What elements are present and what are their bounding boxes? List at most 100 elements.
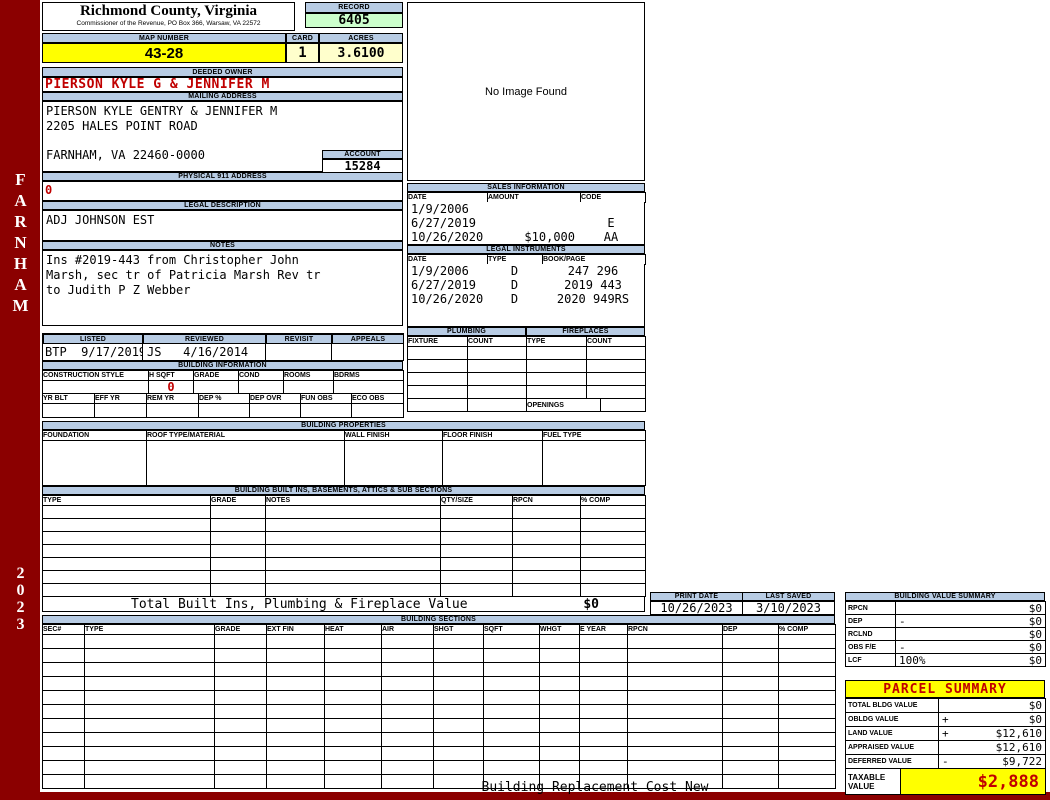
sec-grade-cell [215,677,267,691]
reviewed-value[interactable]: JS 4/16/2014 [143,344,266,361]
listed-value[interactable]: BTP 9/17/2019 [43,344,143,361]
parcel-row-value[interactable]: $9,722 [1002,755,1042,768]
account-label: ACCOUNT [322,150,403,159]
instrument-row[interactable]: 10/26/2020 D 2020 949RS [408,292,644,306]
plumbing-count-cell [468,360,527,373]
sec-num-cell [43,691,85,705]
sub-rpcn-cell [513,545,581,558]
instrument-row[interactable]: 1/9/2006 D 247 296 [408,264,644,278]
bvs-row-value[interactable]: $0 [1029,615,1042,627]
sec-shgt-cell [434,677,484,691]
county-header: Richmond County, Virginia Commissioner o… [42,2,295,31]
bp-foundation-value[interactable] [43,441,147,486]
bvs-row-value[interactable]: $0 [1029,602,1042,614]
building-properties-values-row [42,440,646,486]
sec-whgt-cell [540,719,580,733]
bi-ecoobs-value[interactable] [352,404,404,418]
bi-remyr-value[interactable] [147,404,199,418]
sec-air-cell [382,747,434,761]
taxable-value-label: TAXABLE VALUE [846,769,901,795]
plumbing-rows [407,346,527,412]
fireplaces-count-cell [587,360,646,373]
sec-num-cell [43,761,85,775]
bi-yrblt-value[interactable] [43,404,95,418]
parcel-row-op: + [942,727,949,740]
bi-dep-pct-value[interactable] [199,404,250,418]
sec-air-cell [382,677,434,691]
bi-depovr-value[interactable] [250,404,301,418]
built-ins-total-label: Total Built Ins, Plumbing & Fireplace Va… [131,596,468,612]
account-value[interactable]: 15284 [322,159,403,173]
sub-qty-cell [441,532,513,545]
deeded-owner-value[interactable]: PIERSON KYLE G & JENNIFER M [42,77,403,92]
sec-type-cell [85,733,215,747]
record-value[interactable]: 6405 [305,13,403,28]
sales-row[interactable]: 6/27/2019 E [408,216,644,230]
sales-row[interactable]: 1/9/2006 [408,202,644,216]
parcel-row-value[interactable]: $12,610 [996,727,1042,740]
sec-eyear-cell [580,649,628,663]
bi-effyr-value[interactable] [95,404,147,418]
card-value[interactable]: 1 [286,43,319,63]
last-saved-value: 3/10/2023 [742,601,835,615]
parcel-row-value[interactable]: $0 [1029,699,1042,712]
sub-pct-cell [581,506,646,519]
sec-dep-cell [723,705,779,719]
card-label: CARD [286,33,319,43]
physical-address-value[interactable]: 0 [42,181,403,201]
sec-dep-cell [723,747,779,761]
mailing-address-label: MAILING ADDRESS [42,92,403,101]
sub-pct-cell [581,571,646,584]
sales-rows: 1/9/2006 6/27/2019 E 10/26/2020 $10,000 … [407,202,645,245]
appeals-value[interactable] [332,344,404,361]
sec-rpcn-cell [628,761,723,775]
sec-grade-cell [215,719,267,733]
bp-roof-value[interactable] [147,441,345,486]
sub-grade-cell [211,532,266,545]
fireplaces-count-cell [587,347,646,360]
plumbing-count-cell [468,347,527,360]
notes-block[interactable]: Ins #2019-443 from Christopher John Mars… [42,250,403,326]
footer-note: Building Replacement Cost New [481,780,709,795]
instrument-row[interactable]: 6/27/2019 D 2019 443 [408,278,644,292]
sec-grade-cell [215,663,267,677]
sec-extfin-cell [267,761,325,775]
sec-heat-cell [325,761,382,775]
instr-date-cell: 1/9/2006 [411,264,469,278]
revisit-value[interactable] [266,344,332,361]
sales-row[interactable]: 10/26/2020 $10,000 AA [408,230,644,244]
sub-grade-cell [211,558,266,571]
bvs-row-value[interactable]: $0 [1029,641,1042,653]
bp-wall-finish-value[interactable] [345,441,443,486]
parcel-row-value[interactable]: $12,610 [996,741,1042,754]
bvs-row-op: - [899,641,906,654]
built-ins-title: BUILDING BUILT INS, BASEMENTS, ATTICS & … [42,486,645,495]
bp-floor-finish-value[interactable] [443,441,543,486]
sec-pctcomp-cell [779,761,836,775]
sec-extfin-cell [267,775,325,789]
plumbing-count-cell [468,386,527,399]
acres-value[interactable]: 3.6100 [319,43,403,63]
sec-extfin-cell [267,677,325,691]
sec-eyear-cell [580,747,628,761]
sec-pctcomp-cell [779,649,836,663]
openings-label: OPENINGS [527,399,601,412]
sec-grade-cell [215,691,267,705]
map-number-value[interactable]: 43-28 [42,43,286,63]
bp-fuel-type-value[interactable] [543,441,646,486]
sec-extfin-cell [267,719,325,733]
sec-eyear-cell [580,677,628,691]
bvs-row-value[interactable]: $0 [1029,628,1042,640]
sec-air-cell [382,635,434,649]
parcel-row-op: - [942,755,949,768]
bvs-row-value[interactable]: $0 [1029,654,1042,666]
print-date-label: PRINT DATE [650,592,743,601]
bi-funobs-value[interactable] [301,404,352,418]
legal-description-value[interactable]: ADJ JOHNSON EST [42,210,403,241]
building-section-empty-row [43,719,836,733]
taxable-value-amount[interactable]: $2,888 [901,769,1046,795]
building-section-empty-row [43,761,836,775]
parcel-row-value[interactable]: $0 [1029,713,1042,726]
sec-type-cell [85,747,215,761]
built-ins-empty-row [43,545,646,558]
